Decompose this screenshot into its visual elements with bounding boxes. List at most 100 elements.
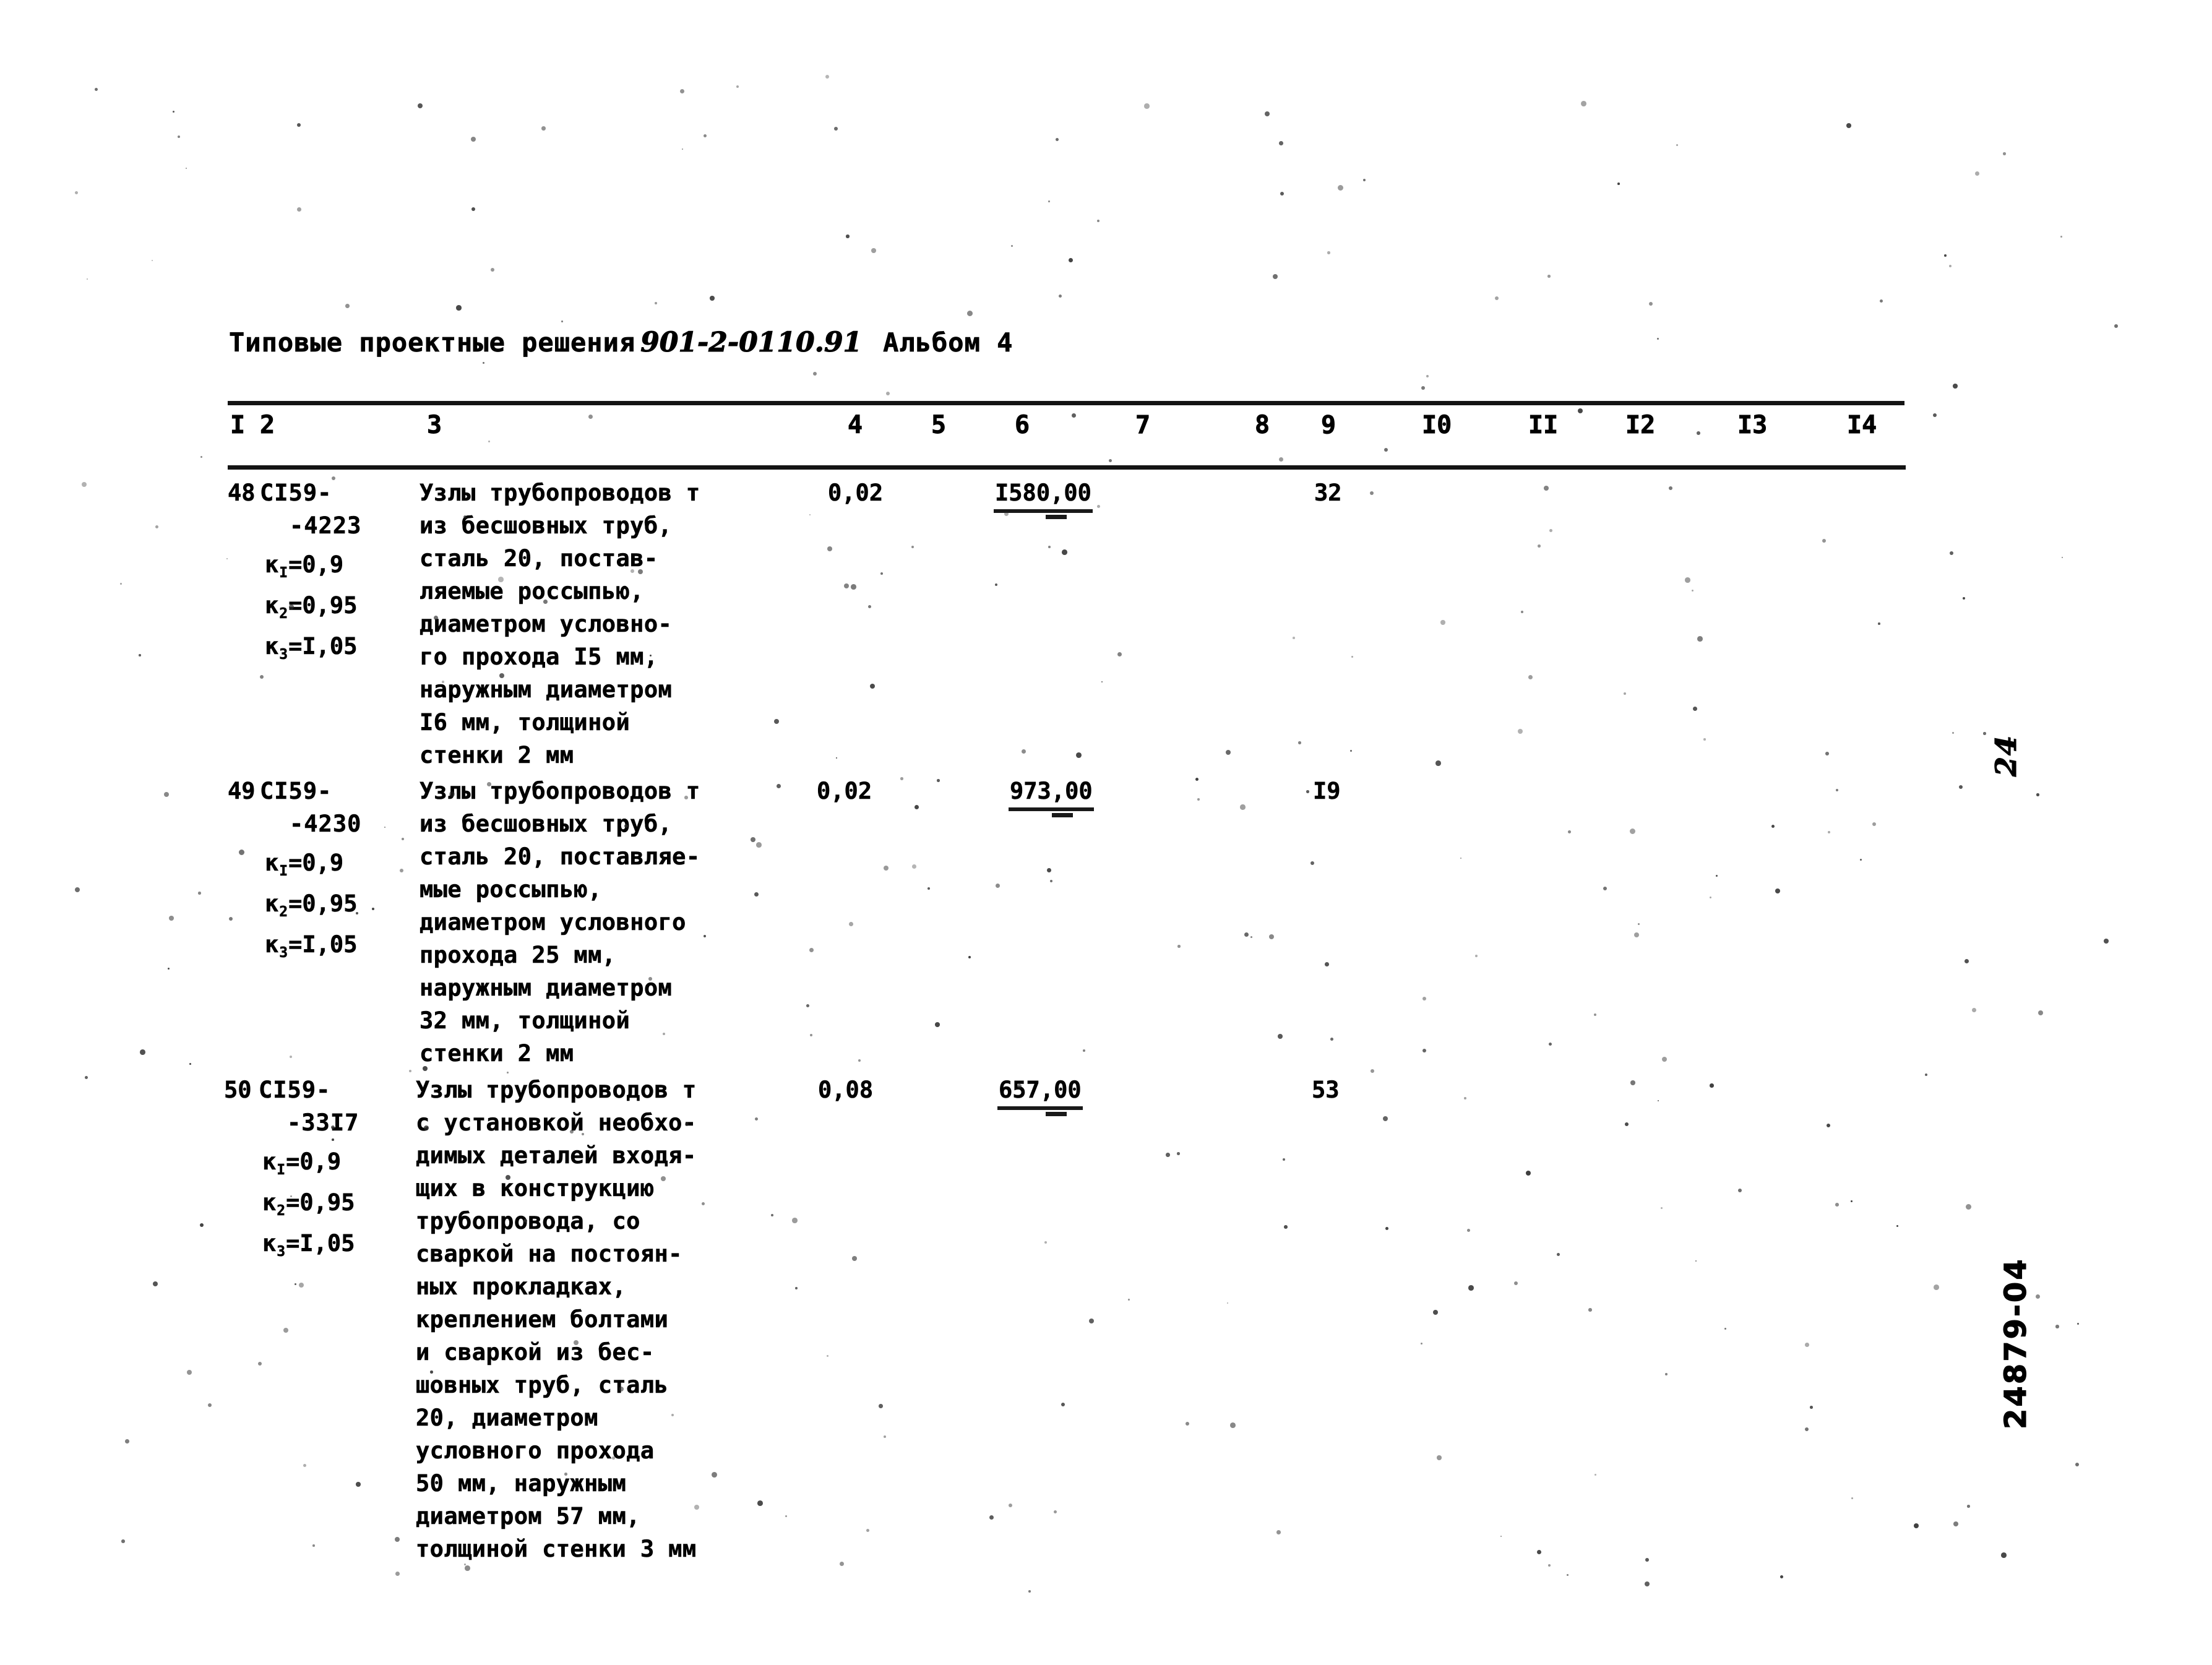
scan-speck [2060,236,2062,238]
scan-speck [1603,887,1607,891]
scan-speck [1050,880,1053,883]
scan-speck [900,777,903,780]
scan-speck [937,779,940,782]
coefficient-3-subscript: 3 [279,945,288,962]
scan-speck [1422,997,1426,1000]
scan-speck [1710,897,1712,899]
cell-col4: 0,08 [818,1077,874,1104]
coefficient-1: кI=0,9 [265,546,344,592]
scan-speck [1827,1124,1831,1128]
scan-speck [1896,1225,1898,1227]
row-code-line-2: -4230 [290,811,362,838]
scan-speck [1278,1034,1283,1039]
scan-speck [1880,299,1883,303]
scan-speck [1617,183,1620,185]
scan-speck [1950,551,1954,556]
scan-speck [1370,491,1374,496]
scan-speck [1500,1536,1502,1538]
scan-speck [1048,200,1050,202]
col6-underline-dash [1046,1112,1067,1116]
scan-speck [836,757,838,759]
scan-speck [1464,1097,1467,1100]
scan-speck [1421,386,1426,390]
scan-speck [1076,752,1082,758]
column-header-1: I [230,411,246,440]
scan-speck [1061,1403,1065,1406]
scan-speck [1662,1057,1668,1062]
column-header-3: 3 [427,411,442,440]
scan-speck [1089,1319,1095,1324]
scan-speck [1665,1373,1668,1375]
scan-speck [1625,1122,1629,1126]
scan-speck [851,584,856,590]
scan-speck [1878,622,1880,625]
scan-speck [1528,675,1533,679]
scan-speck [682,148,684,150]
scan-speck [1835,1203,1839,1207]
scan-speck [1567,1574,1569,1576]
scan-speck [2062,557,2064,559]
scan-speck [1250,936,1252,938]
scan-speck [1975,171,1979,176]
coefficient-3-label: к [265,931,279,958]
cell-col6: 973,00 [1009,775,1094,811]
scan-speck [1269,934,1275,940]
scan-speck [1630,1080,1635,1085]
table-column-header-row: I 2 3 4 5 6 7 8 9 I0 II I2 I3 I4 [0,411,2212,464]
scan-speck [1097,220,1100,223]
scan-speck [846,234,850,238]
scan-speck [806,1004,809,1007]
scan-speck [1273,274,1278,280]
scan-speck [1350,750,1352,752]
scan-speck [229,917,233,921]
scan-speck [967,311,973,316]
scan-speck [795,1287,798,1290]
coefficient-3: к3=I,05 [265,627,358,674]
scan-speck [849,922,853,926]
scan-speck [1197,798,1200,801]
coefficient-3-subscript: 3 [277,1244,286,1260]
coefficient-2-value: =0,95 [288,890,358,918]
coefficient-1-label: к [265,551,279,579]
table-top-rule [228,401,1904,405]
scan-speck [1645,1581,1650,1587]
scan-speck [1810,1406,1813,1409]
scan-speck [1195,778,1199,781]
scan-speck [1009,1504,1013,1508]
row-description: Узлы трубопроводов т из бесшовных труб, … [420,778,700,1067]
scan-speck [1549,529,1552,532]
scan-speck [1325,962,1329,966]
scan-speck [1697,636,1703,642]
scan-speck [914,805,919,810]
scan-speck [809,948,814,953]
scan-speck [1044,1241,1047,1244]
scan-speck [1327,251,1330,254]
scan-speck [1944,254,1947,257]
scan-speck [858,1059,861,1062]
scan-speck [1568,830,1571,833]
coefficient-3-label: к [265,633,279,660]
scan-speck [541,126,546,131]
scan-speck [1422,1049,1427,1053]
col6-underline-dash [1046,515,1067,519]
coefficient-2: к2=0,95 [262,1184,355,1230]
column-header-2: 2 [260,411,275,440]
scan-speck [1860,859,1862,861]
row-code-line-1: СI59- [259,1077,331,1104]
scan-speck [1097,505,1101,509]
scan-speck [75,887,80,893]
scan-speck [1658,1100,1659,1102]
margin-page-number: 24 [1989,734,2023,777]
scan-speck [345,304,350,308]
scan-speck [1953,1521,1958,1526]
scan-speck [1475,955,1478,957]
coefficient-1-subscript: I [279,863,288,880]
coefficient-2-value: =0,95 [286,1189,355,1216]
scan-speck [1983,732,1986,735]
coefficient-3: к3=I,05 [262,1224,355,1271]
scan-speck [312,1544,315,1547]
scan-speck [757,1500,763,1506]
scan-speck [1177,1152,1180,1155]
scan-speck [483,362,484,364]
scan-speck [400,869,404,873]
